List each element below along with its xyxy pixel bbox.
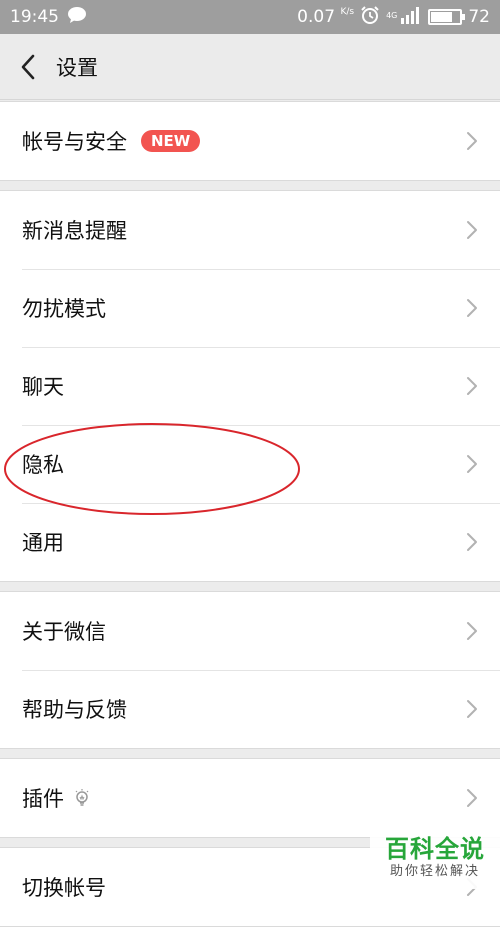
settings-item-label: 勿扰模式 <box>22 297 106 321</box>
settings-item-help-feedback[interactable]: 帮助与反馈 <box>0 670 500 748</box>
chevron-left-icon <box>21 54 35 79</box>
settings-item-label: 插件 <box>22 787 64 811</box>
lightbulb-icon <box>75 789 89 806</box>
back-button[interactable] <box>2 34 54 100</box>
net-speed: 0.07 K/s <box>297 7 355 27</box>
settings-item-label: 新消息提醒 <box>22 219 127 243</box>
chevron-right-icon <box>467 533 477 551</box>
signal-icon <box>400 6 422 29</box>
settings-group-plugins: 插件 <box>0 758 500 838</box>
settings-item-label: 隐私 <box>22 453 64 477</box>
chevron-right-icon <box>467 299 477 317</box>
settings-item-label: 关于微信 <box>22 620 106 644</box>
watermark-subtitle: 助你轻松解决 <box>389 864 480 879</box>
message-bubble-icon <box>67 6 87 29</box>
new-badge: NEW <box>141 130 201 152</box>
chevron-right-icon <box>467 789 477 807</box>
battery-level <box>431 12 452 22</box>
nav-bar: 设置 <box>0 34 500 100</box>
status-bar: 19:45 0.07 K/s 4G 72 <box>0 0 500 34</box>
watermark-logo: 百科全说 助你轻松解决 <box>370 831 500 889</box>
settings-item-label: 切换帐号 <box>22 876 106 900</box>
network-type: 4G <box>386 10 398 20</box>
watermark-title: 百科全说 <box>385 835 485 863</box>
settings-group-account: 帐号与安全 NEW <box>0 101 500 181</box>
chevron-right-icon <box>467 377 477 395</box>
settings-item-about-wechat[interactable]: 关于微信 <box>0 592 500 670</box>
settings-item-privacy[interactable]: 隐私 <box>0 425 500 503</box>
alarm-icon <box>360 5 380 30</box>
settings-item-label: 通用 <box>22 531 64 555</box>
battery-percent: 72 <box>468 7 490 27</box>
status-time: 19:45 <box>10 7 59 27</box>
chevron-right-icon <box>467 622 477 640</box>
chevron-right-icon <box>467 221 477 239</box>
settings-item-label: 聊天 <box>22 375 64 399</box>
settings-item-label: 帮助与反馈 <box>22 698 127 722</box>
settings-item-account-security[interactable]: 帐号与安全 NEW <box>0 102 500 180</box>
settings-item-new-message-alerts[interactable]: 新消息提醒 <box>0 191 500 269</box>
settings-group-about: 关于微信 帮助与反馈 <box>0 591 500 749</box>
battery-icon <box>428 9 466 25</box>
settings-item-label: 帐号与安全 <box>22 130 127 154</box>
settings-item-do-not-disturb[interactable]: 勿扰模式 <box>0 269 500 347</box>
chevron-right-icon <box>467 455 477 473</box>
chevron-right-icon <box>467 700 477 718</box>
settings-item-chat[interactable]: 聊天 <box>0 347 500 425</box>
settings-item-general[interactable]: 通用 <box>0 503 500 581</box>
settings-group-general: 新消息提醒 勿扰模式 聊天 隐私 通用 <box>0 190 500 582</box>
chevron-right-icon <box>467 132 477 150</box>
page-title: 设置 <box>56 55 98 80</box>
settings-item-plugins[interactable]: 插件 <box>0 759 500 837</box>
